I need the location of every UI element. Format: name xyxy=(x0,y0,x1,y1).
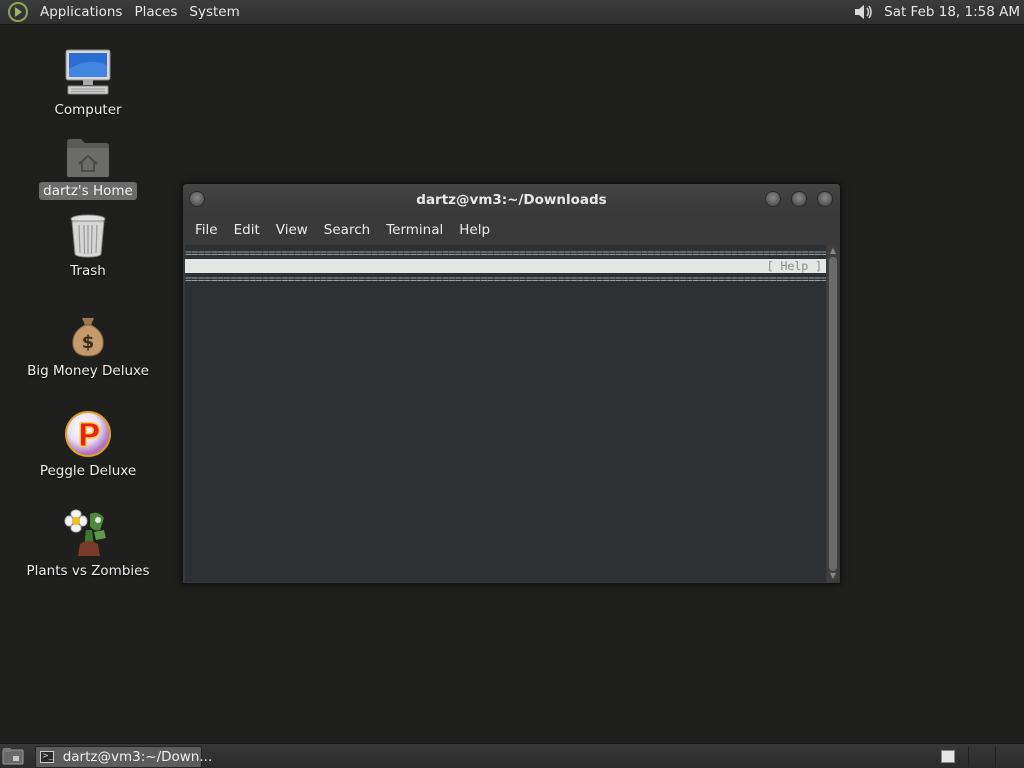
terminal-menubar: File Edit View Search Terminal Help xyxy=(183,216,840,244)
terminal-icon: >_ xyxy=(40,751,54,763)
bottom-panel: >_ dartz@vm3:~/Down... xyxy=(0,743,1024,768)
scrollbar-thumb[interactable] xyxy=(829,257,837,571)
desktop-icon-big-money[interactable]: $ Big Money Deluxe xyxy=(23,306,153,380)
desktop-icon-label: Big Money Deluxe xyxy=(27,363,149,379)
show-desktop-icon[interactable] xyxy=(2,747,24,765)
plants-vs-zombies-icon xyxy=(64,509,106,556)
volume-icon[interactable] xyxy=(853,2,875,22)
computer-icon xyxy=(65,49,111,95)
desktop-icon-label: Trash xyxy=(70,263,106,279)
panel-tray: Sat Feb 18, 1:58 AM xyxy=(853,2,1024,22)
peggle-icon: P xyxy=(65,411,111,457)
terminal-scrollbar[interactable]: ▲ ▼ xyxy=(827,245,839,582)
terminal-rule-bottom: ========================================… xyxy=(185,273,826,285)
scroll-down-icon[interactable]: ▼ xyxy=(828,571,838,581)
terminal-rule-top: ========================================… xyxy=(185,247,826,259)
desktop-icon-label: Computer xyxy=(54,102,122,118)
menu-terminal[interactable]: Terminal xyxy=(378,222,451,238)
taskbar-item-terminal[interactable]: >_ dartz@vm3:~/Down... xyxy=(35,746,212,768)
desktop-icon-computer[interactable]: Computer xyxy=(23,45,153,119)
trash-icon xyxy=(70,214,106,258)
clock[interactable]: Sat Feb 18, 1:58 AM xyxy=(884,4,1020,20)
menu-view[interactable]: View xyxy=(268,222,316,238)
places-menu[interactable]: Places xyxy=(128,4,183,20)
desktop-icon-plants-vs-zombies[interactable]: Plants vs Zombies xyxy=(23,506,153,580)
menu-edit[interactable]: Edit xyxy=(226,222,268,238)
top-panel: Applications Places System Sat Feb 18, 1… xyxy=(0,0,1024,25)
applications-menu[interactable]: Applications xyxy=(34,4,128,20)
money-bag-icon: $ xyxy=(72,318,104,357)
terminal-window[interactable]: dartz@vm3:~/Downloads File Edit View Sea… xyxy=(182,183,841,584)
window-title: dartz@vm3:~/Downloads xyxy=(416,192,607,208)
home-folder-icon xyxy=(67,139,109,177)
terminal-status-bar: [ Help ] xyxy=(185,259,826,273)
system-menu[interactable]: System xyxy=(183,4,245,20)
close-icon[interactable] xyxy=(817,191,833,207)
desktop-icon-peggle[interactable]: P Peggle Deluxe xyxy=(23,406,153,480)
taskbar-item-label: dartz@vm3:~/Down... xyxy=(62,749,213,765)
scroll-up-icon[interactable]: ▲ xyxy=(828,246,838,256)
menu-file[interactable]: File xyxy=(187,222,226,238)
workspace-2[interactable] xyxy=(968,747,991,767)
desktop-icon-home[interactable]: dartz's Home xyxy=(23,126,153,200)
workspace-3[interactable] xyxy=(995,747,1018,767)
desktop-icon-label: Plants vs Zombies xyxy=(26,563,150,579)
minimize-icon[interactable] xyxy=(765,191,781,207)
window-titlebar[interactable]: dartz@vm3:~/Downloads xyxy=(183,184,840,216)
svg-text:$: $ xyxy=(82,332,95,353)
desktop-icon-label: dartz's Home xyxy=(39,182,137,200)
terminal-screen[interactable]: ========================================… xyxy=(185,245,826,582)
menu-search[interactable]: Search xyxy=(316,222,378,238)
maximize-icon[interactable] xyxy=(791,191,807,207)
window-menu-icon[interactable] xyxy=(189,191,205,207)
workspace-switcher-active[interactable] xyxy=(941,750,955,763)
desktop-icon-label: Peggle Deluxe xyxy=(39,463,137,479)
desktop-icon-trash[interactable]: Trash xyxy=(23,206,153,280)
menu-help[interactable]: Help xyxy=(451,222,498,238)
desktop: Applications Places System Sat Feb 18, 1… xyxy=(0,0,1024,768)
distro-logo-icon[interactable] xyxy=(7,1,29,23)
svg-text:P: P xyxy=(77,416,100,454)
